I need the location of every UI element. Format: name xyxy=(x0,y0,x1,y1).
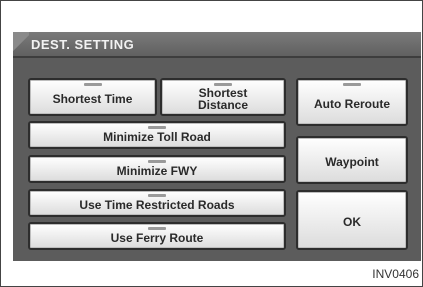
shortest-distance-label-line2: Distance xyxy=(197,98,249,112)
selection-indicator xyxy=(214,83,232,86)
selection-indicator xyxy=(83,83,102,86)
shortest-time-button[interactable]: Shortest Time xyxy=(28,78,157,116)
minimize-fwy-button[interactable]: Minimize FWY xyxy=(28,155,286,183)
minimize-fwy-label: Minimize FWY xyxy=(116,164,198,178)
auto-reroute-button[interactable]: Auto Reroute xyxy=(296,78,408,126)
ok-label: OK xyxy=(343,215,361,229)
figure-id: INV0406 xyxy=(372,267,419,281)
shortest-distance-button[interactable]: Shortest Distance xyxy=(160,78,286,116)
selection-indicator xyxy=(148,126,166,129)
header-bevel xyxy=(13,32,29,58)
selection-indicator xyxy=(148,227,166,230)
minimize-toll-road-button[interactable]: Minimize Toll Road xyxy=(28,121,286,149)
selection-indicator xyxy=(148,194,166,197)
waypoint-label: Waypoint xyxy=(325,155,379,169)
screen-header: DEST. SETTING xyxy=(13,32,421,58)
use-time-restricted-roads-button[interactable]: Use Time Restricted Roads xyxy=(28,189,286,217)
use-ferry-route-button[interactable]: Use Ferry Route xyxy=(28,222,286,250)
screen-title: DEST. SETTING xyxy=(31,37,135,52)
use-time-restricted-roads-label: Use Time Restricted Roads xyxy=(79,198,235,212)
use-ferry-route-label: Use Ferry Route xyxy=(110,231,204,245)
shortest-time-label: Shortest Time xyxy=(52,92,133,106)
selection-indicator xyxy=(343,83,361,86)
ok-button[interactable]: OK xyxy=(296,190,408,250)
waypoint-button[interactable]: Waypoint xyxy=(296,136,408,184)
header-edge xyxy=(13,56,421,58)
auto-reroute-label: Auto Reroute xyxy=(314,97,390,111)
selection-indicator xyxy=(148,160,166,163)
minimize-toll-road-label: Minimize Toll Road xyxy=(103,130,211,144)
